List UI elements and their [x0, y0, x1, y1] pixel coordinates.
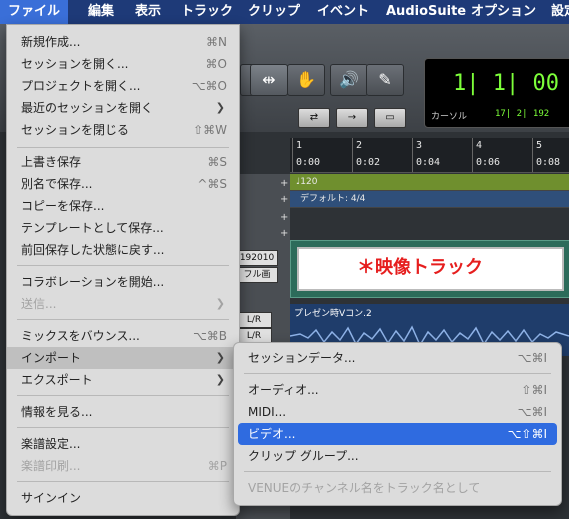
menu-setup[interactable]: 設定: [543, 0, 569, 24]
menu-item-open-recent[interactable]: 最近のセッションを開く ❯: [7, 97, 239, 119]
grabber-tool-icon[interactable]: ✋: [287, 64, 325, 96]
menu-item-close-session[interactable]: セッションを閉じる ⇧⌘W: [7, 119, 239, 141]
menu-item-bounce-mix[interactable]: ミックスをバウンス... ⌥⌘B: [7, 325, 239, 347]
menu-item-open-session[interactable]: セッションを開く... ⌘O: [7, 53, 239, 75]
add-meter-icon[interactable]: +: [280, 194, 288, 205]
ruler-tick: [292, 138, 293, 172]
main-counter: 1| 1| 00 カーソル 17| 2| 192: [424, 58, 569, 128]
menu-item-start-collaboration[interactable]: コラボレーションを開始...: [7, 271, 239, 293]
submenu-item-clip-groups[interactable]: クリップ グループ...: [238, 445, 557, 467]
menu-item-sign-in[interactable]: サインイン: [7, 487, 239, 509]
menu-file[interactable]: ファイル: [0, 0, 69, 24]
menu-item-import[interactable]: インポート ❯: [7, 347, 239, 369]
menu-event[interactable]: イベント: [309, 0, 377, 24]
tab-to-transient-button[interactable]: ▭: [374, 108, 406, 128]
menu-item-revert[interactable]: 前回保存した状態に戻す...: [7, 239, 239, 261]
bar-number: 2: [356, 140, 363, 151]
counter-value: 1| 1| 00: [453, 71, 559, 96]
meter-ruler[interactable]: デフォルト: 4/4: [290, 191, 569, 208]
menu-separator: [17, 481, 229, 482]
menu-track[interactable]: トラック: [173, 0, 241, 24]
menu-item-print-score: 楽譜印刷... ⌘P: [21, 459, 227, 473]
submenu-item-session-data[interactable]: セッションデータ... ⌥⌘I: [238, 347, 557, 369]
submenu-arrow-icon: ❯: [215, 101, 225, 114]
menu-separator: [244, 471, 551, 472]
import-submenu: セッションデータ... ⌥⌘I オーディオ... ⇧⌘I MIDI... ⌥⌘I ビデ…: [233, 342, 562, 506]
submenu-item-video[interactable]: ビデオ... ⌥⇧⌘I: [238, 423, 557, 445]
time-label: 0:02: [356, 157, 381, 168]
menu-bar: ファイル 編集 表示 トラック クリップ イベント AudioSuite オプシ…: [0, 0, 569, 24]
submenu-item-venue-channel-names: VENUEのチャンネル名をトラック名として: [248, 481, 481, 495]
cursor-position: 17| 2| 192: [495, 109, 550, 119]
pencil-tool-icon[interactable]: ✎: [366, 64, 404, 96]
menu-item-send: 送信... ❯: [7, 293, 239, 315]
ruler-tick: [352, 138, 353, 172]
insertion-follows-button[interactable]: →: [336, 108, 368, 128]
video-track-clip[interactable]: ＊映像トラック: [290, 240, 569, 298]
time-label: 0:04: [416, 157, 441, 168]
time-label: 0:06: [476, 157, 501, 168]
menu-item-save[interactable]: 上書き保存 ⌘S: [7, 151, 239, 173]
file-menu: 新規作成... ⌘N セッションを開く... ⌘O プロジェクトを開く... ⌥⌘O …: [6, 24, 240, 516]
menu-separator: [17, 395, 229, 396]
menu-item-new[interactable]: 新規作成... ⌘N: [7, 31, 239, 53]
menu-item-score-setup[interactable]: 楽譜設定...: [7, 433, 239, 455]
io-selector[interactable]: L/R: [236, 312, 272, 328]
add-marker-icon[interactable]: +: [280, 212, 288, 223]
cursor-label: カーソル: [431, 112, 468, 122]
menu-item-save-as[interactable]: 別名で保存... ^⌘S: [7, 173, 239, 195]
menu-clip[interactable]: クリップ: [240, 0, 308, 24]
tempo-value: ♩120: [296, 177, 318, 187]
submenu-arrow-icon: ❯: [215, 297, 225, 310]
video-view-button[interactable]: フル画: [236, 267, 278, 283]
meter-value: デフォルト: 4/4: [300, 194, 366, 204]
menu-item-export[interactable]: エクスポート ❯: [7, 369, 239, 391]
video-timecode-field[interactable]: 192010: [236, 250, 278, 266]
add-marker-icon[interactable]: +: [280, 228, 288, 239]
add-marker-icon[interactable]: +: [280, 178, 288, 189]
submenu-item-midi[interactable]: MIDI... ⌥⌘I: [238, 401, 557, 423]
menu-audiosuite[interactable]: AudioSuite: [378, 0, 474, 24]
menu-separator: [244, 373, 551, 374]
video-track-title: ＊映像トラック: [357, 257, 483, 278]
bar-number: 5: [536, 140, 543, 151]
menu-item-open-project[interactable]: プロジェクトを開く... ⌥⌘O: [7, 75, 239, 97]
menu-item-save-copy[interactable]: コピーを保存...: [7, 195, 239, 217]
menu-separator: [17, 427, 229, 428]
menu-item-save-template[interactable]: テンプレートとして保存...: [7, 217, 239, 239]
speaker-icon[interactable]: 🔊: [330, 64, 368, 96]
selector-tool-icon[interactable]: ⇹: [250, 64, 288, 96]
ruler-tick: [472, 138, 473, 172]
tempo-ruler[interactable]: ♩120: [290, 174, 569, 191]
bar-number: 4: [476, 140, 483, 151]
menu-item-get-info[interactable]: 情報を見る...: [7, 401, 239, 423]
ruler-tick: [532, 138, 533, 172]
submenu-arrow-icon: ❯: [215, 351, 225, 364]
menu-separator: [17, 147, 229, 148]
submenu-arrow-icon: ❯: [215, 373, 225, 386]
time-label: 0:00: [296, 157, 321, 168]
bar-number: 1: [296, 140, 303, 151]
timeline-ruler[interactable]: 1 2 3 4 5 0:00 0:02 0:04 0:06 0:08: [290, 138, 569, 173]
bar-number: 3: [416, 140, 423, 151]
link-timeline-button[interactable]: ⇄: [298, 108, 330, 128]
menu-view[interactable]: 表示: [127, 0, 169, 24]
ruler-tick: [412, 138, 413, 172]
menu-separator: [17, 265, 229, 266]
submenu-item-audio[interactable]: オーディオ... ⇧⌘I: [238, 379, 557, 401]
menu-edit[interactable]: 編集: [80, 0, 122, 24]
menu-options[interactable]: オプション: [463, 0, 544, 24]
menu-separator: [17, 319, 229, 320]
time-label: 0:08: [536, 157, 561, 168]
